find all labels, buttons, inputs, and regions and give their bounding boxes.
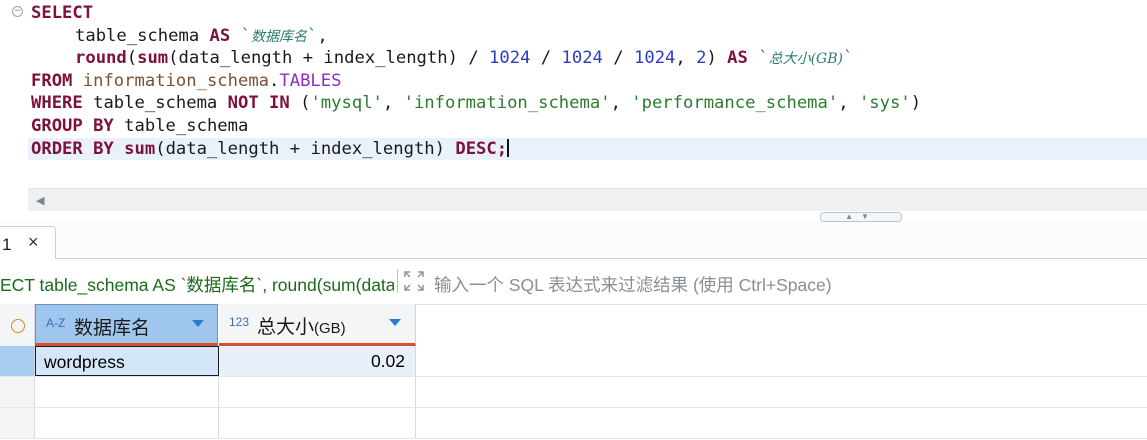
query-text-preview: ECT table_schema AS `数据库名`, round(sum(da… [0,275,394,295]
panel-splitter-handle[interactable]: ▲▼ [820,212,902,222]
text-caret [507,139,510,157]
code-line-5: WHERE table_schema NOT IN ('mysql', 'inf… [31,93,922,113]
scroll-left-icon[interactable]: ◀ [36,194,44,207]
close-icon[interactable]: × [28,232,39,253]
empty-cell [35,408,219,438]
editor-horizontal-scrollbar[interactable]: ◀ [28,188,1147,211]
row-number-cell [0,377,35,407]
fold-collapse-icon[interactable]: − [12,6,23,17]
sql-editor[interactable]: − SELECT table_schema AS `数据库名`, round(s… [0,0,1147,188]
column-title: 数据库名 [74,318,151,339]
code-line-7: ORDER BY sum(data_length + index_length)… [31,139,510,159]
empty-cell [219,377,416,407]
table-row-empty [0,377,1147,408]
result-tab[interactable]: 1 × [0,226,56,259]
number-type-icon: 123 [229,315,250,329]
empty-cell [35,377,219,407]
table-row-empty [0,408,1147,439]
row-number-cell [0,408,35,438]
text-type-icon: A-Z [46,316,66,330]
filter-divider [397,269,398,293]
empty-cell [219,408,416,438]
code-line-2: table_schema AS `数据库名`, [75,26,328,46]
sort-dropdown-icon[interactable] [192,320,204,327]
code-line-3: round(sum(data_length + index_length) / … [75,48,854,68]
cell-total-size[interactable]: 0.02 [219,346,416,376]
filter-bar: ECT table_schema AS `数据库名`, round(sum(da… [0,259,1147,305]
sort-dropdown-icon[interactable] [389,319,401,326]
code-line-1: SELECT [31,3,94,23]
results-grid: A-Z 数据库名 123 总大小(GB) wordpress 0.02 [0,304,1147,440]
column-header-total-size[interactable]: 123 总大小(GB) [219,304,416,346]
row-number-cell[interactable] [0,346,35,376]
column-header-database-name[interactable]: A-Z 数据库名 [35,304,218,346]
cell-database-name[interactable]: wordpress [35,346,219,376]
select-all-radio-icon[interactable] [11,319,25,333]
result-tab-label: 1 [2,235,12,254]
expand-icon[interactable] [403,270,425,292]
code-line-6: GROUP BY table_schema [31,116,249,136]
column-title: 总大小(GB) [257,317,346,338]
results-tab-strip: 1 × [0,222,1147,259]
table-row[interactable]: wordpress 0.02 [0,346,1147,377]
code-line-4: FROM information_schema.TABLES [31,71,342,91]
row-number-header[interactable] [0,304,35,346]
filter-input[interactable]: 输入一个 SQL 表达式来过滤结果 (使用 Ctrl+Space) [434,272,832,297]
